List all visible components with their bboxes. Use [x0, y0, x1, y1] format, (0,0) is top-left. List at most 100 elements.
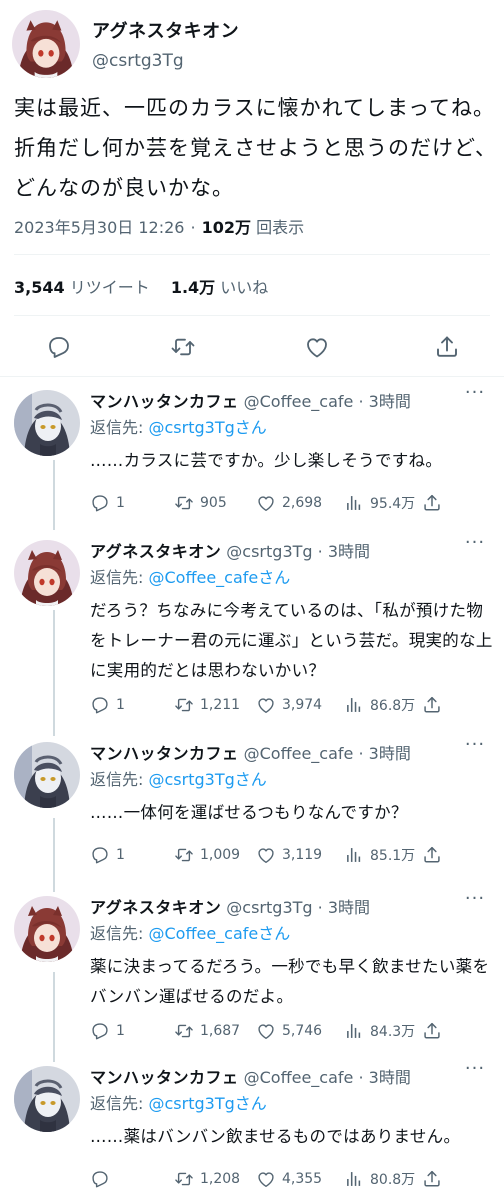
more-options-icon[interactable]: ··· [460, 384, 490, 406]
views-button[interactable]: 80.8万 [344, 1166, 415, 1192]
reply-time[interactable]: 3時間 [328, 542, 370, 561]
like-icon [258, 848, 274, 863]
more-options-icon[interactable]: ··· [460, 890, 490, 912]
retweet-count: 905 [200, 495, 227, 511]
like-button[interactable]: 4,355 [256, 1166, 322, 1192]
more-options-icon[interactable]: ··· [460, 1060, 490, 1082]
like-count: 3,119 [282, 847, 323, 863]
time-separator: · [317, 898, 323, 917]
reply-to-mention[interactable]: @csrtg3Tgさん [149, 770, 267, 789]
reply-to-mention[interactable]: @Coffee_cafeさん [149, 924, 291, 943]
reply-icon[interactable] [46, 334, 72, 360]
reply-to-mention[interactable]: @csrtg3Tgさん [149, 1094, 267, 1113]
reply-count: 1 [116, 697, 125, 713]
views-button[interactable]: 85.1万 [344, 842, 415, 868]
retweets-label[interactable]: リツイート [70, 278, 150, 297]
avatar[interactable] [14, 742, 80, 808]
reply-button[interactable]: 1 [90, 842, 125, 868]
reply-icon [92, 697, 108, 714]
reply-count: 1 [116, 847, 125, 863]
retweet-icon [175, 698, 193, 712]
author-name[interactable]: アグネスタキオン [90, 898, 221, 917]
avatar[interactable] [14, 540, 80, 606]
share-button[interactable] [422, 692, 448, 718]
reply-time[interactable]: 3時間 [369, 1068, 411, 1087]
share-icon[interactable] [434, 334, 460, 360]
more-options-icon[interactable]: ··· [460, 534, 490, 556]
more-options-icon[interactable]: ··· [460, 736, 490, 758]
reply-time[interactable]: 3時間 [369, 744, 411, 763]
avatar[interactable] [14, 390, 80, 456]
reply-count: 1 [116, 1023, 125, 1039]
author-handle[interactable]: @Coffee_cafe [244, 744, 354, 763]
reply-header: マンハッタンカフェ @Coffee_cafe · 3時間 [90, 388, 411, 412]
author-name[interactable]: マンハッタンカフェ [90, 744, 239, 763]
author-name[interactable]: マンハッタンカフェ [90, 1068, 239, 1087]
reply-to-mention[interactable]: @csrtg3Tgさん [149, 418, 267, 437]
reply-icon [92, 495, 108, 512]
retweet-button[interactable]: 1,208 [174, 1166, 240, 1192]
author-name[interactable]: アグネスタキオン [90, 542, 221, 561]
retweet-button[interactable]: 905 [174, 490, 227, 516]
divider [14, 315, 490, 316]
views-button[interactable]: 84.3万 [344, 1018, 415, 1044]
retweet-button[interactable]: 1,687 [174, 1018, 240, 1044]
retweet-icon [175, 1172, 193, 1186]
author-name[interactable]: マンハッタンカフェ [90, 392, 239, 411]
reply-tweet[interactable]: マンハッタンカフェ @Coffee_cafe · 3時間 ··· 返信先: @c… [0, 384, 504, 526]
like-button[interactable]: 3,119 [256, 842, 322, 868]
views-button[interactable]: 86.8万 [344, 692, 415, 718]
reply-actions: 1 1,211 3,974 86.8万 [90, 692, 490, 718]
like-button[interactable]: 5,746 [256, 1018, 322, 1044]
likes-count[interactable]: 1.4万 [171, 278, 215, 297]
reply-to-label: 返信先: [90, 770, 144, 789]
tweet-action-bar [0, 322, 504, 372]
reply-to-label: 返信先: [90, 924, 144, 943]
reply-button[interactable]: 1 [90, 490, 125, 516]
author-handle[interactable]: @csrtg3Tg [92, 51, 184, 71]
tweet-date[interactable]: 2023年5月30日 12:26 [14, 218, 184, 237]
reply-icon [92, 1023, 108, 1040]
author-handle[interactable]: @csrtg3Tg [226, 898, 312, 917]
retweet-icon [175, 496, 193, 510]
avatar[interactable] [14, 896, 80, 962]
views-icon [347, 1172, 361, 1186]
share-button[interactable] [422, 842, 448, 868]
reply-time[interactable]: 3時間 [328, 898, 370, 917]
author-handle[interactable]: @Coffee_cafe [244, 1068, 354, 1087]
avatar[interactable] [14, 1066, 80, 1132]
author-name[interactable]: アグネスタキオン [92, 17, 239, 43]
reply-time[interactable]: 3時間 [369, 392, 411, 411]
reply-tweet[interactable]: マンハッタンカフェ @Coffee_cafe · 3時間 ··· 返信先: @c… [0, 1060, 504, 1200]
reply-tweet[interactable]: アグネスタキオン @csrtg3Tg · 3時間 ··· 返信先: @Coffe… [0, 890, 504, 1050]
retweet-count: 1,208 [200, 1171, 241, 1187]
share-button[interactable] [422, 1018, 448, 1044]
reply-tweet[interactable]: マンハッタンカフェ @Coffee_cafe · 3時間 ··· 返信先: @c… [0, 736, 504, 876]
like-button[interactable]: 2,698 [256, 490, 322, 516]
retweet-icon[interactable] [170, 334, 196, 360]
author-handle[interactable]: @Coffee_cafe [244, 392, 354, 411]
reply-button[interactable] [90, 1166, 116, 1192]
reply-to-mention[interactable]: @Coffee_cafeさん [149, 568, 291, 587]
retweets-count[interactable]: 3,544 [14, 278, 65, 297]
like-icon[interactable] [304, 334, 330, 360]
likes-label[interactable]: いいね [220, 278, 268, 297]
retweet-icon [175, 1024, 193, 1038]
share-button[interactable] [422, 490, 448, 516]
author-handle[interactable]: @csrtg3Tg [226, 542, 312, 561]
views-icon [347, 698, 361, 712]
retweet-button[interactable]: 1,211 [174, 692, 240, 718]
retweet-button[interactable]: 1,009 [174, 842, 240, 868]
share-icon [424, 1170, 440, 1187]
like-button[interactable]: 3,974 [256, 692, 322, 718]
share-button[interactable] [422, 1166, 448, 1192]
reply-actions: 1 1,009 3,119 85.1万 [90, 842, 490, 868]
reply-button[interactable]: 1 [90, 692, 125, 718]
main-tweet-header: アグネスタキオン @csrtg3Tg [0, 0, 504, 86]
reply-tweet[interactable]: アグネスタキオン @csrtg3Tg · 3時間 ··· 返信先: @Coffe… [0, 534, 504, 734]
share-icon [424, 846, 440, 863]
time-separator: · [358, 392, 364, 411]
avatar[interactable] [12, 10, 80, 78]
reply-button[interactable]: 1 [90, 1018, 125, 1044]
views-button[interactable]: 95.4万 [344, 490, 415, 516]
